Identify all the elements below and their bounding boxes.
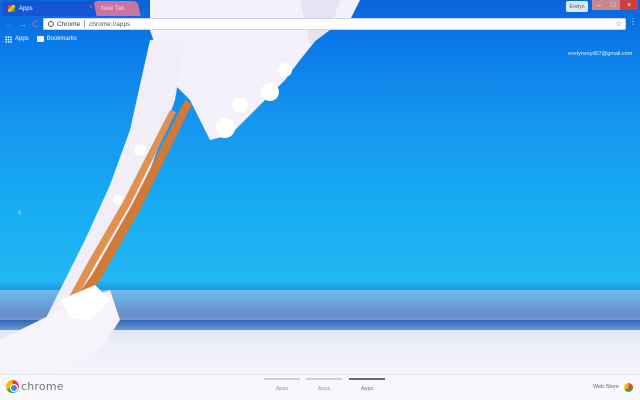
kebab-menu-icon[interactable]: ⋮ <box>629 18 637 29</box>
chrome-brand-text: chrome <box>21 380 64 393</box>
url-text[interactable]: chrome://apps <box>89 21 130 28</box>
apps-favicon-icon <box>8 5 15 12</box>
chrome-page-icon <box>48 21 54 27</box>
address-bar[interactable]: Chrome chrome://apps ☆ <box>43 18 626 30</box>
tab-close-icon[interactable]: × <box>89 4 93 12</box>
tab-title: Apps <box>19 5 33 12</box>
bookmark-apps[interactable]: Apps <box>5 35 29 43</box>
toolbar: ← → C Chrome chrome://apps ☆ ⋮ <box>0 16 640 32</box>
wallpaper-image <box>0 0 640 400</box>
bottom-bar: chrome Apps Apps Apps Web Store <box>0 374 640 400</box>
bookmark-bookmarks[interactable]: Bookmarks <box>36 36 77 42</box>
page-switcher-label: Apps <box>317 386 331 392</box>
webstore-icon[interactable] <box>624 383 633 392</box>
account-email[interactable]: evelynsnyd07@gmail.com <box>568 51 632 57</box>
previous-page-arrow-icon[interactable]: ‹ <box>18 207 21 218</box>
page-indicator-bar <box>349 378 385 380</box>
maximize-button[interactable]: □ <box>606 0 620 10</box>
page-switcher-tab-active[interactable]: Apps <box>349 378 385 396</box>
omnibox-divider <box>84 20 86 28</box>
frosted-branch-illustration <box>0 0 640 400</box>
close-window-button[interactable]: × <box>620 0 638 10</box>
chrome-logo-icon <box>6 380 19 393</box>
page-switcher-tab[interactable]: Apps <box>264 378 300 396</box>
back-button[interactable]: ← <box>4 18 15 29</box>
forward-button[interactable]: → <box>17 18 28 29</box>
title-bar: Apps × New Tab Evelyn – □ × <box>0 0 640 16</box>
tab-new-tab[interactable]: New Tab <box>93 1 141 16</box>
site-label: Chrome <box>57 20 81 28</box>
reload-button[interactable]: C <box>30 18 41 29</box>
page-indicator-bar <box>264 378 300 380</box>
page-indicator-bar <box>306 378 342 380</box>
webstore-link[interactable]: Web Store <box>593 384 619 390</box>
tab-apps[interactable]: Apps × <box>2 1 98 16</box>
page-switcher-label: Apps <box>275 386 289 392</box>
page-switcher-tab[interactable]: Apps <box>306 378 342 396</box>
folder-icon <box>36 36 44 42</box>
page-switcher-label: Apps <box>360 386 374 392</box>
minimize-button[interactable]: – <box>592 0 606 10</box>
tab-title: New Tab <box>101 5 125 12</box>
grid-icon <box>5 35 12 43</box>
bookmarks-bar: Apps Bookmarks <box>0 33 640 45</box>
profile-button[interactable]: Evelyn <box>566 1 588 12</box>
bookmark-label: Bookmarks <box>46 36 77 42</box>
star-icon[interactable]: ☆ <box>616 20 622 28</box>
bookmark-label: Apps <box>15 36 29 42</box>
